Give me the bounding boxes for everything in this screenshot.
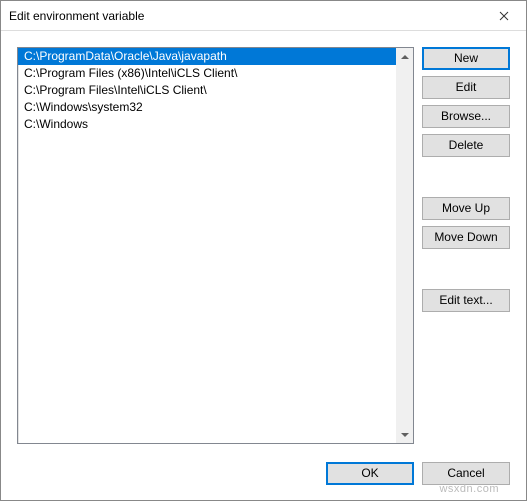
main-row: C:\ProgramData\Oracle\Java\javapath C:\P… (17, 47, 510, 444)
dialog-footer: OK Cancel (17, 444, 510, 492)
path-list-wrap: C:\ProgramData\Oracle\Java\javapath C:\P… (17, 47, 414, 444)
edit-button[interactable]: Edit (422, 76, 510, 99)
vertical-scrollbar[interactable] (396, 48, 413, 443)
path-listbox[interactable]: C:\ProgramData\Oracle\Java\javapath C:\P… (17, 47, 414, 444)
scroll-track[interactable] (396, 65, 413, 426)
scroll-down-button[interactable] (396, 426, 413, 443)
dialog-body: C:\ProgramData\Oracle\Java\javapath C:\P… (1, 31, 526, 500)
path-list-items: C:\ProgramData\Oracle\Java\javapath C:\P… (18, 48, 396, 443)
list-item[interactable]: C:\Windows\system32 (18, 99, 396, 116)
chevron-up-icon (401, 55, 409, 59)
edit-text-button[interactable]: Edit text... (422, 289, 510, 312)
list-item[interactable]: C:\Program Files\Intel\iCLS Client\ (18, 82, 396, 99)
scroll-up-button[interactable] (396, 48, 413, 65)
new-button[interactable]: New (422, 47, 510, 70)
list-item[interactable]: C:\Windows (18, 116, 396, 133)
list-item[interactable]: C:\Program Files (x86)\Intel\iCLS Client… (18, 65, 396, 82)
watermark: wsxdn.com (439, 483, 499, 495)
browse-button[interactable]: Browse... (422, 105, 510, 128)
close-icon (499, 11, 509, 21)
list-item[interactable]: C:\ProgramData\Oracle\Java\javapath (18, 48, 396, 65)
dialog-window: Edit environment variable C:\ProgramData… (0, 0, 527, 501)
delete-button[interactable]: Delete (422, 134, 510, 157)
close-button[interactable] (481, 1, 526, 31)
window-title: Edit environment variable (9, 9, 144, 23)
move-down-button[interactable]: Move Down (422, 226, 510, 249)
button-gap (422, 163, 510, 191)
chevron-down-icon (401, 433, 409, 437)
side-button-column: New Edit Browse... Delete Move Up Move D… (422, 47, 510, 444)
cancel-button[interactable]: Cancel (422, 462, 510, 485)
ok-button[interactable]: OK (326, 462, 414, 485)
button-gap (422, 255, 510, 283)
move-up-button[interactable]: Move Up (422, 197, 510, 220)
title-bar: Edit environment variable (1, 1, 526, 31)
